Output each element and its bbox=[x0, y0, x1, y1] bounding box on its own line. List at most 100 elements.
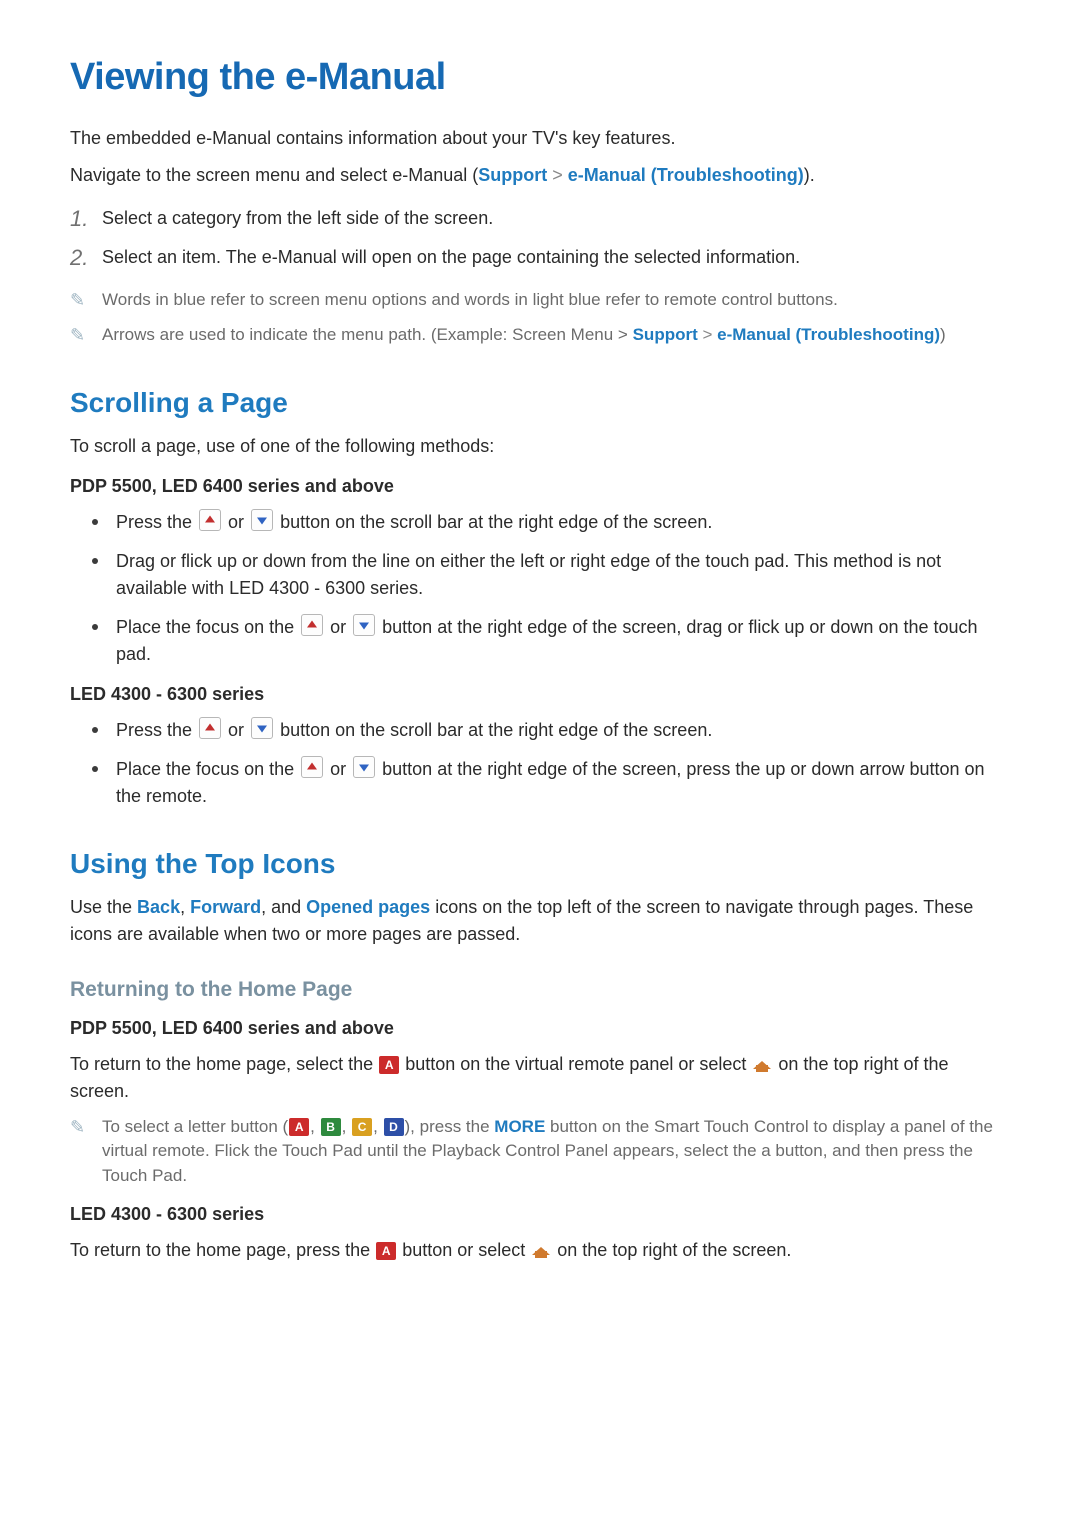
intro-line-1: The embedded e-Manual contains informati… bbox=[70, 125, 1010, 152]
text: or bbox=[223, 512, 249, 532]
list-item: 2. Select an item. The e-Manual will ope… bbox=[70, 244, 1010, 273]
list-item: Place the focus on the or button at the … bbox=[92, 756, 1010, 810]
bullet-text: Press the or button on the scroll bar at… bbox=[116, 509, 1010, 536]
down-triangle-icon bbox=[251, 509, 273, 531]
down-triangle-icon bbox=[353, 614, 375, 636]
bullet-icon bbox=[92, 519, 98, 525]
series-label-4: LED 4300 - 6300 series bbox=[70, 1204, 1010, 1225]
note-text: Arrows are used to indicate the menu pat… bbox=[102, 323, 1010, 348]
home-paragraph-2: To return to the home page, press the A … bbox=[70, 1237, 1010, 1264]
home-icon bbox=[753, 1056, 771, 1072]
text: , bbox=[310, 1117, 319, 1136]
bullet-icon bbox=[92, 558, 98, 564]
text: Navigate to the screen menu and select e… bbox=[70, 165, 478, 185]
text: ), press the bbox=[405, 1117, 495, 1136]
text: Press the bbox=[116, 720, 197, 740]
pencil-icon: ✎ bbox=[70, 1115, 102, 1140]
section-heading-topicons: Using the Top Icons bbox=[70, 848, 1010, 880]
text: , bbox=[373, 1117, 382, 1136]
home-notes: ✎ To select a letter button (A, B, C, D)… bbox=[70, 1115, 1010, 1189]
up-triangle-icon bbox=[301, 756, 323, 778]
bullet-text: Place the focus on the or button at the … bbox=[116, 614, 1010, 668]
text: button or select bbox=[397, 1240, 530, 1260]
a-button-icon: A bbox=[289, 1118, 309, 1136]
bullet-text: Place the focus on the or button at the … bbox=[116, 756, 1010, 810]
c-button-icon: C bbox=[352, 1118, 372, 1136]
topicons-paragraph: Use the Back, Forward, and Opened pages … bbox=[70, 894, 1010, 948]
support-link: Support bbox=[478, 165, 547, 185]
list-item: Press the or button on the scroll bar at… bbox=[92, 509, 1010, 536]
text: To return to the home page, press the bbox=[70, 1240, 375, 1260]
b-button-icon: B bbox=[321, 1118, 341, 1136]
note-item: ✎ Words in blue refer to screen menu opt… bbox=[70, 288, 1010, 313]
home-paragraph-1: To return to the home page, select the A… bbox=[70, 1051, 1010, 1105]
series-label-1: PDP 5500, LED 6400 series and above bbox=[70, 476, 1010, 497]
a-button-icon: A bbox=[376, 1242, 396, 1260]
text: , bbox=[180, 897, 190, 917]
scroll-series2-list: Press the or button on the scroll bar at… bbox=[92, 717, 1010, 810]
manual-page: Viewing the e-Manual The embedded e-Manu… bbox=[0, 0, 1080, 1527]
path-separator: > bbox=[547, 165, 568, 185]
emanual-link: e-Manual (Troubleshooting) bbox=[717, 325, 940, 344]
step-marker: 2. bbox=[70, 244, 102, 273]
intro-line-2: Navigate to the screen menu and select e… bbox=[70, 162, 1010, 189]
text: Place the focus on the bbox=[116, 759, 299, 779]
text: ) bbox=[940, 325, 946, 344]
note-item: ✎ To select a letter button (A, B, C, D)… bbox=[70, 1115, 1010, 1189]
more-label: MORE bbox=[494, 1117, 545, 1136]
text: or bbox=[325, 759, 351, 779]
emanual-link: e-Manual (Troubleshooting) bbox=[568, 165, 804, 185]
up-triangle-icon bbox=[199, 717, 221, 739]
text: Use the bbox=[70, 897, 137, 917]
page-title: Viewing the e-Manual bbox=[70, 56, 1010, 99]
list-item: 1. Select a category from the left side … bbox=[70, 205, 1010, 234]
a-button-icon: A bbox=[379, 1056, 399, 1074]
bullet-text: Drag or flick up or down from the line o… bbox=[116, 548, 1010, 602]
home-icon bbox=[532, 1242, 550, 1258]
list-item: Place the focus on the or button at the … bbox=[92, 614, 1010, 668]
text: or bbox=[325, 617, 351, 637]
d-button-icon: D bbox=[384, 1118, 404, 1136]
notes-list: ✎ Words in blue refer to screen menu opt… bbox=[70, 288, 1010, 348]
scroll-intro: To scroll a page, use of one of the foll… bbox=[70, 433, 1010, 460]
down-triangle-icon bbox=[353, 756, 375, 778]
text: button on the virtual remote panel or se… bbox=[400, 1054, 751, 1074]
bullet-icon bbox=[92, 727, 98, 733]
text: To return to the home page, select the bbox=[70, 1054, 378, 1074]
text: Press the bbox=[116, 512, 197, 532]
forward-label: Forward bbox=[190, 897, 261, 917]
series-label-3: PDP 5500, LED 6400 series and above bbox=[70, 1018, 1010, 1039]
text: ). bbox=[804, 165, 815, 185]
text: on the top right of the screen. bbox=[552, 1240, 791, 1260]
text: To select a letter button ( bbox=[102, 1117, 288, 1136]
text: button on the scroll bar at the right ed… bbox=[275, 512, 712, 532]
pencil-icon: ✎ bbox=[70, 288, 102, 313]
back-label: Back bbox=[137, 897, 180, 917]
up-triangle-icon bbox=[301, 614, 323, 636]
down-triangle-icon bbox=[251, 717, 273, 739]
text: button on the scroll bar at the right ed… bbox=[275, 720, 712, 740]
text: Place the focus on the bbox=[116, 617, 299, 637]
list-item: Press the or button on the scroll bar at… bbox=[92, 717, 1010, 744]
steps-list: 1. Select a category from the left side … bbox=[70, 205, 1010, 272]
up-triangle-icon bbox=[199, 509, 221, 531]
text: Arrows are used to indicate the menu pat… bbox=[102, 325, 633, 344]
step-text: Select an item. The e-Manual will open o… bbox=[102, 244, 1010, 271]
note-text: Words in blue refer to screen menu optio… bbox=[102, 288, 1010, 313]
note-item: ✎ Arrows are used to indicate the menu p… bbox=[70, 323, 1010, 348]
bullet-icon bbox=[92, 766, 98, 772]
subsection-heading-home: Returning to the Home Page bbox=[70, 978, 1010, 1002]
bullet-text: Press the or button on the scroll bar at… bbox=[116, 717, 1010, 744]
pencil-icon: ✎ bbox=[70, 323, 102, 348]
series-label-2: LED 4300 - 6300 series bbox=[70, 684, 1010, 705]
support-link: Support bbox=[633, 325, 698, 344]
step-marker: 1. bbox=[70, 205, 102, 234]
path-separator: > bbox=[698, 325, 717, 344]
text: , bbox=[342, 1117, 351, 1136]
scroll-series1-list: Press the or button on the scroll bar at… bbox=[92, 509, 1010, 668]
text: or bbox=[223, 720, 249, 740]
note-text: To select a letter button (A, B, C, D), … bbox=[102, 1115, 1010, 1189]
step-text: Select a category from the left side of … bbox=[102, 205, 1010, 232]
list-item: Drag or flick up or down from the line o… bbox=[92, 548, 1010, 602]
text: , and bbox=[261, 897, 306, 917]
